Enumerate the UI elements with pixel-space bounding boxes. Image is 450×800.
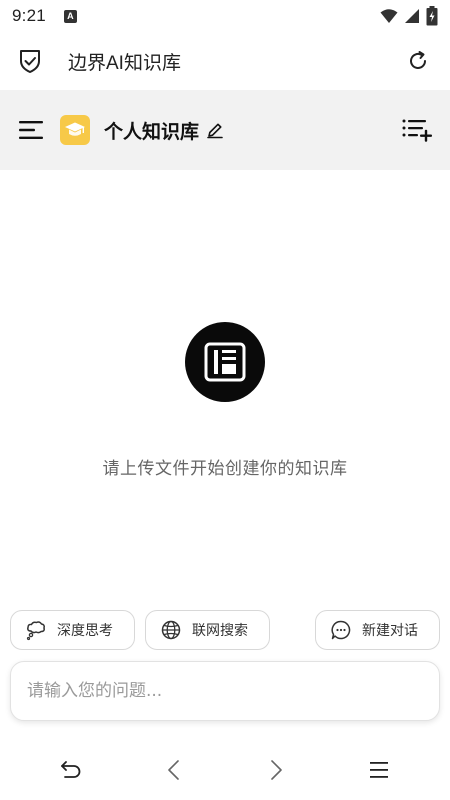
empty-state: 请上传文件开始创建你的知识库 bbox=[0, 322, 450, 479]
deep-think-button[interactable]: 深度思考 bbox=[10, 610, 135, 650]
menu-icon bbox=[19, 121, 43, 139]
notification-app-icon: A bbox=[63, 9, 77, 23]
signal-icon bbox=[405, 9, 419, 23]
add-knowledge-button[interactable] bbox=[400, 115, 434, 145]
shield-check-icon[interactable] bbox=[16, 47, 44, 75]
undo-button[interactable] bbox=[51, 750, 91, 790]
reload-icon bbox=[410, 51, 426, 69]
browser-bar: 边界AI知识库 bbox=[0, 32, 450, 90]
question-input[interactable] bbox=[27, 681, 423, 701]
graduation-cap-icon bbox=[65, 122, 85, 136]
sidebar-menu-button[interactable] bbox=[16, 115, 46, 145]
menu-icon bbox=[369, 762, 388, 778]
kb-title: 个人知识库 bbox=[104, 120, 200, 143]
bottom-nav bbox=[0, 740, 450, 800]
kb-avatar bbox=[60, 115, 90, 145]
empty-state-message: 请上传文件开始创建你的知识库 bbox=[102, 459, 348, 479]
forward-button[interactable] bbox=[256, 750, 296, 790]
status-bar: 9:21 A bbox=[0, 0, 450, 32]
action-chips: 深度思考 联网搜索 新建对话 bbox=[10, 610, 440, 650]
edit-kb-name-button[interactable] bbox=[205, 120, 225, 140]
wifi-icon bbox=[380, 9, 398, 23]
new-chat-label: 新建对话 bbox=[362, 623, 418, 639]
deep-think-label: 深度思考 bbox=[57, 623, 113, 639]
screen: 9:21 A 边界AI知识库 个人知识库 请上传文件开始创建你的知识库 深度思考… bbox=[0, 0, 450, 800]
app-header: 个人知识库 bbox=[0, 90, 450, 170]
battery-charging-icon bbox=[426, 6, 438, 26]
browser-menu-button[interactable] bbox=[359, 750, 399, 790]
reload-button[interactable] bbox=[402, 45, 434, 77]
pencil-icon bbox=[207, 123, 223, 139]
status-icons bbox=[380, 6, 438, 26]
web-search-button[interactable]: 联网搜索 bbox=[145, 610, 270, 650]
question-input-box bbox=[10, 661, 440, 721]
globe-icon bbox=[160, 619, 182, 641]
status-time: 9:21 bbox=[12, 6, 46, 25]
thought-bubble-icon bbox=[25, 619, 47, 641]
back-icon bbox=[167, 760, 179, 780]
empty-state-badge bbox=[185, 322, 265, 402]
browser-title: 边界AI知识库 bbox=[68, 52, 181, 74]
chat-bubble-icon bbox=[330, 619, 352, 641]
back-button[interactable] bbox=[154, 750, 194, 790]
forward-icon bbox=[271, 760, 283, 780]
document-icon bbox=[204, 342, 246, 382]
new-chat-button[interactable]: 新建对话 bbox=[315, 610, 440, 650]
undo-icon bbox=[61, 761, 81, 778]
list-add-icon bbox=[402, 119, 432, 142]
web-search-label: 联网搜索 bbox=[192, 623, 248, 639]
